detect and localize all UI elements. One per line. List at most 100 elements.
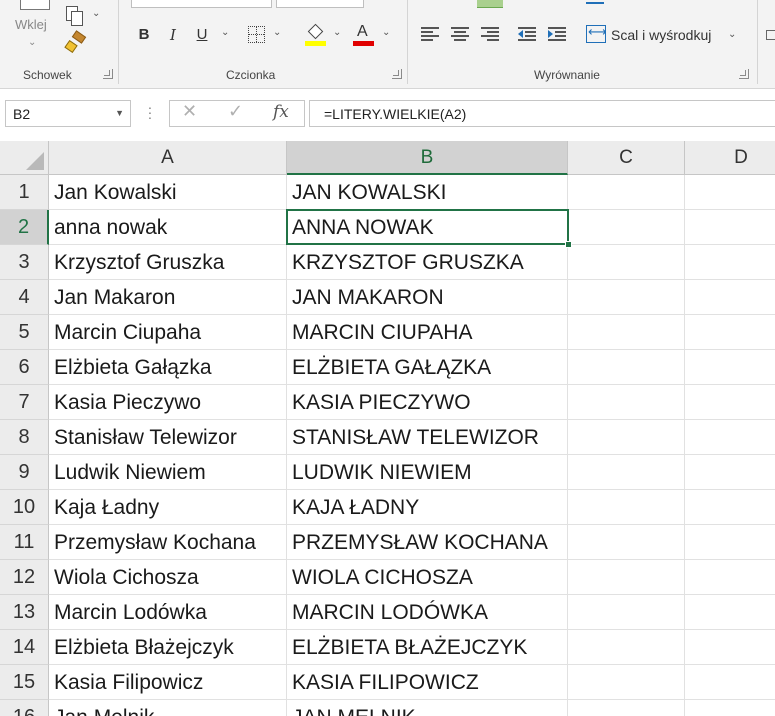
row-header[interactable]: 14	[0, 630, 49, 665]
cell-a5[interactable]: Marcin Ciupaha	[49, 315, 287, 350]
cell-c4[interactable]	[568, 280, 685, 315]
wrap-text-icon[interactable]	[586, 0, 604, 4]
font-dialog-launcher-icon[interactable]	[392, 69, 402, 79]
increase-indent-icon[interactable]	[548, 27, 566, 41]
cell-b5[interactable]: MARCIN CIUPAHA	[287, 315, 568, 350]
insert-function-icon[interactable]: fx	[273, 102, 289, 122]
cell-c12[interactable]	[568, 560, 685, 595]
name-box[interactable]: B2 ▼	[5, 100, 131, 127]
middle-align-button-highlight[interactable]	[477, 0, 503, 8]
cell-b14[interactable]: ELŻBIETA BŁAŻEJCZYK	[287, 630, 568, 665]
formula-bar-grip-icon[interactable]: · · ·	[147, 100, 153, 124]
italic-button[interactable]: I	[164, 24, 182, 46]
borders-icon[interactable]	[248, 26, 265, 43]
cell-c3[interactable]	[568, 245, 685, 280]
cell-a10[interactable]: Kaja Ładny	[49, 490, 287, 525]
cell-b13[interactable]: MARCIN LODÓWKA	[287, 595, 568, 630]
column-header-a[interactable]: A	[49, 141, 287, 175]
cell-d6[interactable]	[685, 350, 775, 385]
row-header[interactable]: 13	[0, 595, 49, 630]
cell-c10[interactable]	[568, 490, 685, 525]
font-color-icon[interactable]: A	[353, 23, 375, 47]
row-header[interactable]: 15	[0, 665, 49, 700]
row-header[interactable]: 2	[0, 210, 49, 245]
cell-d9[interactable]	[685, 455, 775, 490]
cell-b15[interactable]: KASIA FILIPOWICZ	[287, 665, 568, 700]
cell-c9[interactable]	[568, 455, 685, 490]
cell-a12[interactable]: Wiola Cichosza	[49, 560, 287, 595]
row-header[interactable]: 5	[0, 315, 49, 350]
cell-d13[interactable]	[685, 595, 775, 630]
cell-c11[interactable]	[568, 525, 685, 560]
cell-b10[interactable]: KAJA ŁADNY	[287, 490, 568, 525]
merge-center-icon[interactable]	[586, 24, 607, 43]
cell-b2[interactable]: ANNA NOWAK	[287, 210, 568, 245]
next-group-icon[interactable]	[766, 30, 775, 40]
cell-a13[interactable]: Marcin Lodówka	[49, 595, 287, 630]
clipboard-dialog-launcher-icon[interactable]	[103, 69, 113, 79]
cell-b16[interactable]: JAN MELNIK	[287, 700, 568, 716]
row-header[interactable]: 9	[0, 455, 49, 490]
column-header-c[interactable]: C	[568, 141, 685, 175]
select-all-button[interactable]	[0, 141, 49, 175]
cell-a14[interactable]: Elżbieta Błażejczyk	[49, 630, 287, 665]
cancel-icon[interactable]: ✕	[182, 101, 197, 122]
cell-b8[interactable]: STANISŁAW TELEWIZOR	[287, 420, 568, 455]
cell-b9[interactable]: LUDWIK NIEWIEM	[287, 455, 568, 490]
row-header[interactable]: 1	[0, 175, 49, 210]
formula-input[interactable]: =LITERY.WIELKIE(A2)	[309, 100, 775, 127]
cell-d2[interactable]	[685, 210, 775, 245]
font-size-box[interactable]	[276, 0, 364, 8]
cell-c8[interactable]	[568, 420, 685, 455]
cell-c5[interactable]	[568, 315, 685, 350]
format-painter-icon[interactable]	[64, 30, 87, 54]
cell-c1[interactable]	[568, 175, 685, 210]
fill-handle[interactable]	[565, 241, 572, 248]
column-header-b[interactable]: B	[287, 141, 568, 175]
underline-dropdown-chevron-icon[interactable]: ⌄	[221, 27, 229, 38]
copy-dropdown-chevron-icon[interactable]: ⌄	[92, 8, 100, 19]
cell-d7[interactable]	[685, 385, 775, 420]
cell-a6[interactable]: Elżbieta Gałązka	[49, 350, 287, 385]
cell-a9[interactable]: Ludwik Niewiem	[49, 455, 287, 490]
row-header[interactable]: 10	[0, 490, 49, 525]
cell-c7[interactable]	[568, 385, 685, 420]
cell-a7[interactable]: Kasia Pieczywo	[49, 385, 287, 420]
row-header[interactable]: 4	[0, 280, 49, 315]
cell-b11[interactable]: PRZEMYSŁAW KOCHANA	[287, 525, 568, 560]
row-header[interactable]: 8	[0, 420, 49, 455]
paste-dropdown-chevron-icon[interactable]: ⌄	[28, 37, 36, 48]
font-name-box[interactable]	[131, 0, 272, 8]
row-header[interactable]: 12	[0, 560, 49, 595]
bold-button[interactable]: B	[135, 24, 153, 46]
cell-b6[interactable]: ELŻBIETA GAŁĄZKA	[287, 350, 568, 385]
align-left-icon[interactable]	[421, 27, 439, 41]
cell-d4[interactable]	[685, 280, 775, 315]
cell-a16[interactable]: Jan Melnik	[49, 700, 287, 716]
cell-a11[interactable]: Przemysław Kochana	[49, 525, 287, 560]
cell-d3[interactable]	[685, 245, 775, 280]
borders-dropdown-chevron-icon[interactable]: ⌄	[273, 27, 281, 38]
merge-dropdown-chevron-icon[interactable]: ⌄	[728, 29, 736, 40]
cell-c6[interactable]	[568, 350, 685, 385]
cell-a1[interactable]: Jan Kowalski	[49, 175, 287, 210]
cell-b3[interactable]: KRZYSZTOF GRUSZKA	[287, 245, 568, 280]
align-right-icon[interactable]	[481, 27, 499, 41]
cell-a15[interactable]: Kasia Filipowicz	[49, 665, 287, 700]
cell-b4[interactable]: JAN MAKARON	[287, 280, 568, 315]
name-box-chevron-down-icon[interactable]: ▼	[115, 108, 124, 118]
alignment-dialog-launcher-icon[interactable]	[739, 69, 749, 79]
cell-d16[interactable]	[685, 700, 775, 716]
row-header[interactable]: 11	[0, 525, 49, 560]
cell-a8[interactable]: Stanisław Telewizor	[49, 420, 287, 455]
fill-color-icon[interactable]	[305, 23, 327, 47]
fill-color-dropdown-chevron-icon[interactable]: ⌄	[333, 27, 341, 38]
cell-c2[interactable]	[568, 210, 685, 245]
row-header[interactable]: 7	[0, 385, 49, 420]
paste-button-label[interactable]: Wklej	[15, 17, 47, 32]
decrease-indent-icon[interactable]	[518, 27, 536, 41]
underline-button[interactable]: U	[193, 24, 211, 46]
cell-d8[interactable]	[685, 420, 775, 455]
cell-c14[interactable]	[568, 630, 685, 665]
cell-b7[interactable]: KASIA PIECZYWO	[287, 385, 568, 420]
